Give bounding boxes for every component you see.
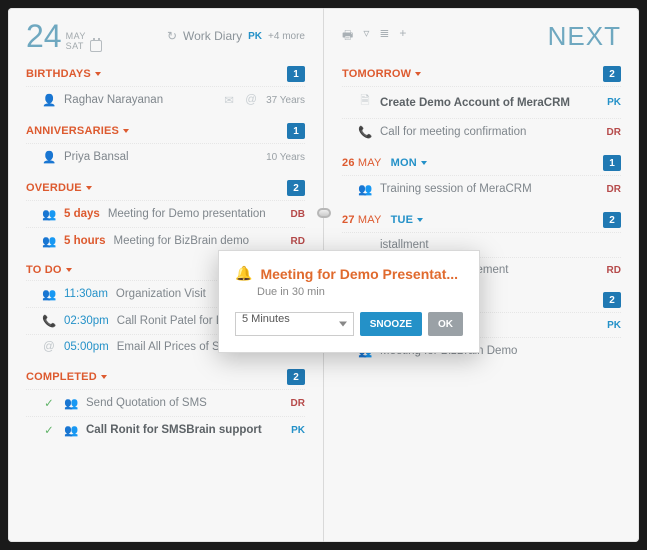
tomorrow-count: 2 xyxy=(603,66,621,82)
tag: RD xyxy=(607,265,621,276)
list-item[interactable]: 👤 Priya Bansal 10 Years xyxy=(26,143,305,170)
filter-icon[interactable]: ▿ xyxy=(363,26,369,47)
calendar-icon[interactable] xyxy=(90,40,102,52)
list-item[interactable]: 📞 Call for meeting confirmation DR xyxy=(342,118,621,145)
tag: DR xyxy=(607,127,621,138)
list-item[interactable]: 👥 5 days Meeting for Demo presentation D… xyxy=(26,200,305,227)
mail-icon[interactable]: ✉ xyxy=(222,93,236,107)
note-icon: 🗎 xyxy=(358,93,372,112)
people-icon: 👥 xyxy=(358,182,372,196)
day-number: 24 xyxy=(26,20,62,52)
refresh-icon[interactable]: ↻ xyxy=(167,29,177,43)
add-icon[interactable]: + xyxy=(399,26,406,47)
next-label[interactable]: NEXT xyxy=(548,21,621,52)
tag: PK xyxy=(607,97,621,108)
person-icon: 👤 xyxy=(42,93,56,107)
bell-icon: 🔔 xyxy=(235,265,252,282)
years-label: 10 Years xyxy=(266,152,305,163)
ok-button[interactable]: OK xyxy=(428,312,463,336)
left-header: 24 MAY SAT ↻ Work Diary PK +4 more xyxy=(26,22,305,50)
popup-title: Meeting for Demo Presentat... xyxy=(260,266,458,282)
at-icon: @ xyxy=(42,341,56,353)
d27b-count: 2 xyxy=(603,292,621,308)
check-icon: ✓ xyxy=(42,396,56,410)
section-todo[interactable]: TO DO xyxy=(26,264,72,276)
list-item[interactable]: 👤 Raghav Narayanan ✉ @ 37 Years xyxy=(26,86,305,113)
people-icon: 👥 xyxy=(42,207,56,221)
work-diary-label[interactable]: Work Diary xyxy=(183,29,242,43)
reminder-popup: 🔔 Meeting for Demo Presentat... Due in 3… xyxy=(218,250,480,353)
list-item[interactable]: 🗎 Create Demo Account of MeraCRM PK xyxy=(342,86,621,118)
date-block: 24 MAY SAT xyxy=(26,20,102,52)
phone-icon: 📞 xyxy=(42,314,56,328)
phone-icon: 📞 xyxy=(358,125,372,139)
anniversaries-count: 1 xyxy=(287,123,305,139)
overdue-count: 2 xyxy=(287,180,305,196)
more-label[interactable]: +4 more xyxy=(268,31,305,42)
list-item[interactable]: ✓ 👥 Send Quotation of SMS DR xyxy=(26,389,305,416)
snooze-button[interactable]: SNOOZE xyxy=(360,312,422,336)
header-mid: ↻ Work Diary PK +4 more xyxy=(167,29,305,43)
completed-count: 2 xyxy=(287,369,305,385)
section-date-27[interactable]: 27 MAY TUE xyxy=(342,214,423,226)
print-icon[interactable]: 🖶 xyxy=(342,26,353,47)
d26-count: 1 xyxy=(603,155,621,171)
section-completed[interactable]: COMPLETED xyxy=(26,371,107,383)
list-icon[interactable]: ≣ xyxy=(379,26,389,47)
people-icon: 👥 xyxy=(64,423,78,437)
user-tag[interactable]: PK xyxy=(248,31,262,42)
popup-subtitle: Due in 30 min xyxy=(257,286,463,298)
tag: RD xyxy=(291,236,305,247)
check-icon: ✓ xyxy=(42,423,56,437)
at-icon[interactable]: @ xyxy=(244,94,258,106)
tag: PK xyxy=(291,425,305,436)
tag: DB xyxy=(291,209,305,220)
tag: PK xyxy=(607,320,621,331)
header-icons: 🖶 ▿ ≣ + xyxy=(342,26,406,47)
right-header: 🖶 ▿ ≣ + NEXT xyxy=(342,22,621,50)
age-label: 37 Years xyxy=(266,95,305,106)
person-icon: 👤 xyxy=(42,150,56,164)
section-tomorrow[interactable]: TOMORROW xyxy=(342,68,421,80)
people-icon: 👥 xyxy=(42,287,56,301)
list-item[interactable]: 👥 Training session of MeraCRM DR xyxy=(342,175,621,202)
list-item[interactable]: ✓ 👥 Call Ronit for SMSBrain support PK xyxy=(26,416,305,443)
tag: DR xyxy=(291,398,305,409)
section-birthdays[interactable]: BIRTHDAYS xyxy=(26,68,101,80)
snooze-duration-select[interactable]: 5 Minutes xyxy=(235,312,354,336)
section-anniversaries[interactable]: ANNIVERSARIES xyxy=(26,125,129,137)
tag: DR xyxy=(607,184,621,195)
weekday-label: SAT xyxy=(66,42,86,52)
people-icon: 👥 xyxy=(64,396,78,410)
birthdays-count: 1 xyxy=(287,66,305,82)
people-icon: 👥 xyxy=(42,234,56,248)
d27-count: 2 xyxy=(603,212,621,228)
section-date-26[interactable]: 26 MAY MON xyxy=(342,157,427,169)
section-overdue[interactable]: OVERDUE xyxy=(26,182,92,194)
